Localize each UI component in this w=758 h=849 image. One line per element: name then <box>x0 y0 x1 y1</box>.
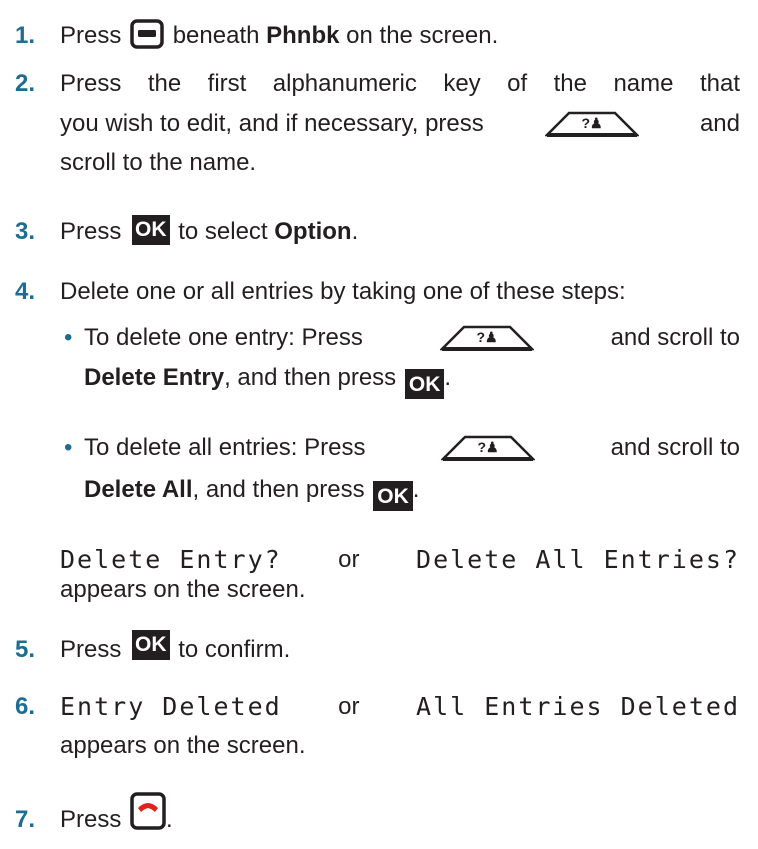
bullet-icon: • <box>64 324 73 351</box>
end-call-key-icon <box>130 791 166 830</box>
step-text: , and then press <box>224 364 397 391</box>
screen-message-6-tail: appears on the screen. <box>60 732 306 759</box>
step-3: 3. Press OK to select Option. <box>15 212 740 251</box>
step-number: 6. <box>15 693 36 720</box>
ok-key-icon: OK <box>373 481 413 511</box>
step-number: 1. <box>15 22 36 49</box>
ok-key-icon: OK <box>404 369 445 399</box>
step-bold: Delete Entry <box>84 364 225 391</box>
svg-text:?♟: ?♟ <box>477 439 498 455</box>
phonebook-nav-key-icon: ?♟ <box>544 111 639 137</box>
svg-text:?♟: ?♟ <box>581 115 602 131</box>
step-bold: Phnbk <box>266 22 340 49</box>
ok-key-icon: OK <box>132 629 170 660</box>
phonebook-nav-key-icon: ?♟ <box>439 325 534 351</box>
step-text: Press <box>60 806 122 833</box>
bullet-icon: • <box>64 434 73 461</box>
step-5: 5. Press OK to confirm. <box>15 629 740 669</box>
step-bold: Option <box>274 218 352 245</box>
step-1: 1. Press beneath Phnbk on the screen. <box>15 16 740 55</box>
step-text: Press <box>60 22 122 49</box>
svg-text:?♟: ?♟ <box>476 329 497 345</box>
phonebook-nav-key-icon: ?♟ <box>441 435 536 461</box>
step-text: and scroll to <box>610 324 740 351</box>
step-text: on the screen. <box>346 22 499 49</box>
step-number: 4. <box>15 278 36 305</box>
step-text: To delete all entries: Press <box>84 434 366 461</box>
step-4: 4. Delete one or all entries by taking on… <box>15 272 740 311</box>
bullet-item-2: • To delete all entries: Press ?♟ and scr… <box>64 428 740 467</box>
step-number: 3. <box>15 218 36 245</box>
step-number: 2. <box>15 70 36 97</box>
screen-message-6: Entry Deleted or All Entries Deleted <box>60 687 740 726</box>
step-text: . <box>166 806 173 833</box>
step-2-line-2: you wish to edit, and if necessary, pres… <box>60 104 740 143</box>
step-7: 7. Press . <box>15 791 740 839</box>
screen-text: Entry Deleted <box>60 692 282 721</box>
bullet-item-1: • To delete one entry: Press ?♟ and scrol… <box>64 318 740 357</box>
bullet-item-2-line-2: Delete All, and then press OK. <box>64 470 740 511</box>
step-bold: Delete All <box>84 476 193 503</box>
step-text: you wish to edit, and if necessary, pres… <box>60 110 484 137</box>
bullet-item-1-line-2: Delete Entry, and then press OK. <box>64 358 740 399</box>
step-text: to select <box>178 218 268 245</box>
step-text: Press <box>60 218 122 245</box>
step-text: and <box>699 110 740 137</box>
step-text: , and then press <box>192 476 365 503</box>
step-text: Delete one or all entries by taking one … <box>60 278 626 305</box>
softkey-button-icon <box>130 18 164 49</box>
step-text: and scroll to <box>610 434 740 461</box>
step-text: beneath <box>172 22 260 49</box>
step-text: Press <box>60 636 122 663</box>
step-text: to confirm. <box>178 636 291 663</box>
screen-text: All Entries Deleted <box>416 692 740 721</box>
step-text: . <box>351 218 359 245</box>
step-text: or <box>338 693 360 720</box>
step-number: 5. <box>15 636 36 663</box>
ok-key-icon: OK <box>132 214 170 245</box>
step-number: 7. <box>15 806 36 833</box>
step-2-line-1: Press the first alphanumeric key of the … <box>60 70 740 97</box>
screen-message-4-tail: appears on the screen. <box>60 576 306 603</box>
step-2-line-3: scroll to the name. <box>60 149 257 176</box>
step-text: To delete one entry: Press <box>84 324 363 351</box>
